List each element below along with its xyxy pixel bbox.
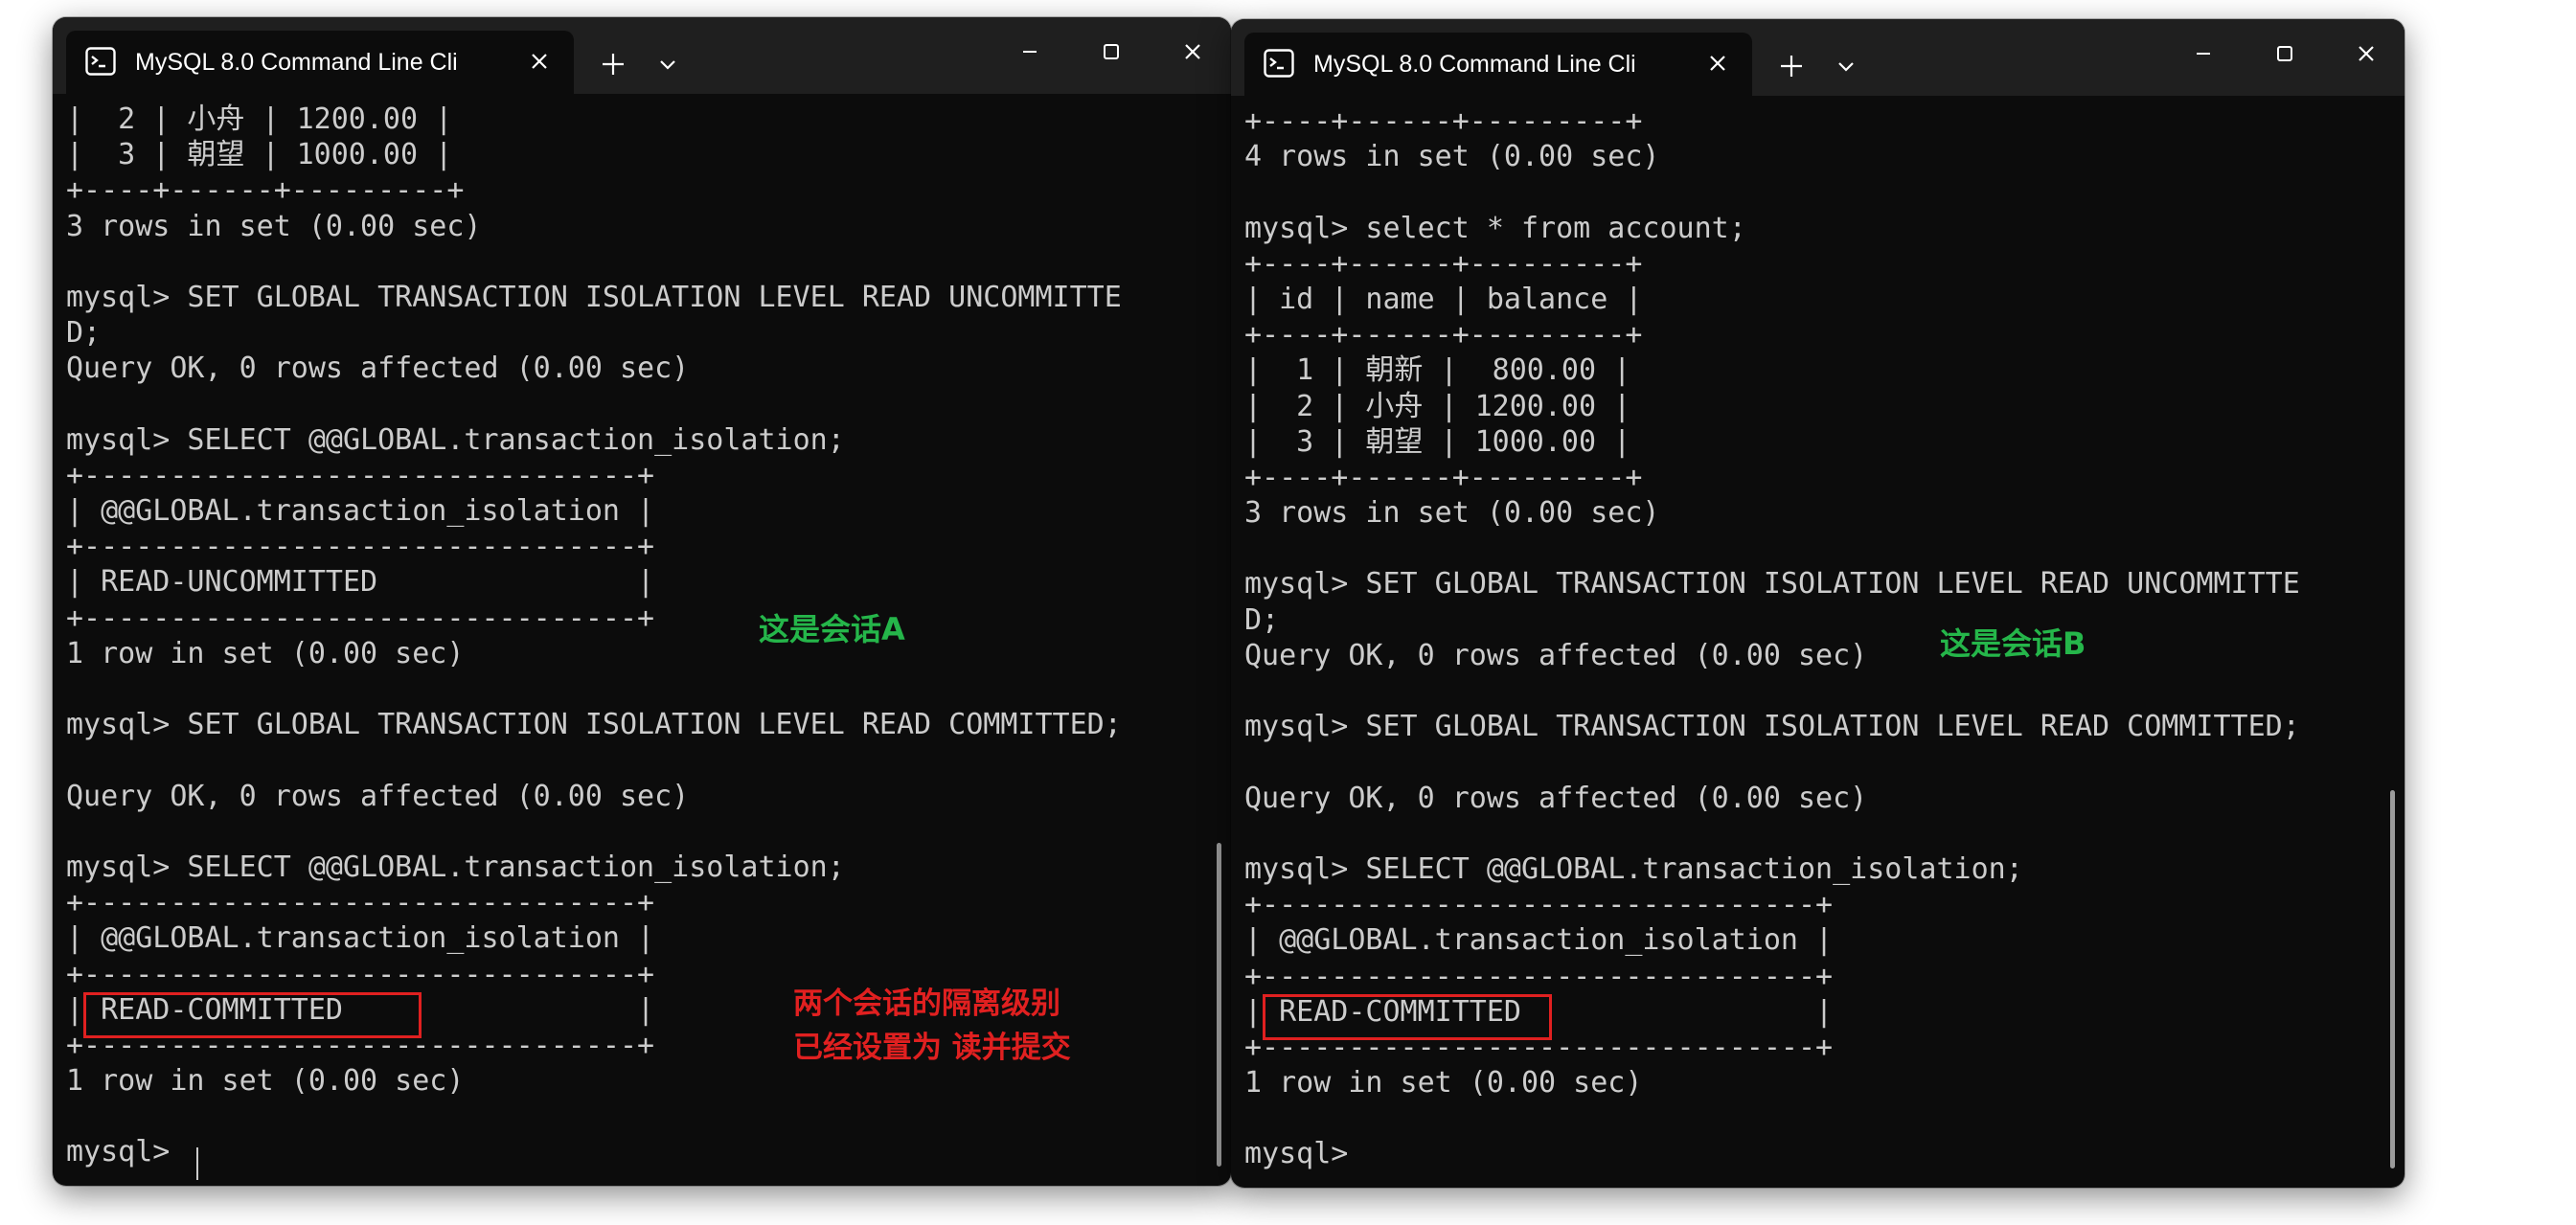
terminal-line: Query OK, 0 rows affected (0.00 sec) (1244, 781, 1868, 815)
terminal-line: | READ-COMMITTED | (1244, 994, 1834, 1029)
title-bar[interactable]: MySQL 8.0 Command Line Cli (1231, 19, 2405, 96)
terminal-line: D; (1244, 602, 1280, 637)
chevron-down-icon[interactable] (647, 44, 689, 84)
annotation-session-b: 这是会话B (1940, 625, 2086, 662)
terminal-line: | 1 | 朝新 | 800.00 | (1244, 353, 1631, 388)
tab-title: MySQL 8.0 Command Line Cli (1313, 51, 1636, 78)
terminal-line: 3 rows in set (0.00 sec) (66, 209, 482, 243)
terminal-line: 3 rows in set (0.00 sec) (1244, 496, 1660, 531)
terminal-line: mysql> SELECT @@GLOBAL.transaction_isola… (1244, 851, 2023, 886)
terminal-line: +----+------+---------+ (66, 173, 465, 208)
terminal-line: D; (66, 316, 102, 351)
terminal-line: Query OK, 0 rows affected (0.00 sec) (66, 779, 690, 813)
terminal-prompt-line: mysql> (66, 1135, 188, 1169)
terminal-output[interactable]: +----+------+---------+ 4 rows in set (0… (1244, 103, 2382, 1188)
close-icon[interactable] (1164, 31, 1221, 73)
close-icon[interactable] (2337, 33, 2395, 75)
close-icon[interactable] (528, 50, 551, 73)
minimize-icon[interactable] (1001, 31, 1059, 73)
terminal-line: +----+------+---------+ (1244, 460, 1643, 494)
terminal-prompt-line: mysql> (1244, 1137, 1366, 1171)
terminal-line: | READ-UNCOMMITTED | (66, 565, 655, 600)
terminal-line: 4 rows in set (0.00 sec) (1244, 140, 1660, 174)
terminal-line: +--------------------------------+ (66, 530, 655, 564)
terminal-line: 1 row in set (0.00 sec) (66, 636, 465, 670)
terminal-line: | @@GLOBAL.transaction_isolation | (66, 494, 655, 529)
tab-title: MySQL 8.0 Command Line Cli (135, 49, 458, 76)
terminal-line: +----+------+---------+ (1244, 246, 1643, 281)
terminal-line: Query OK, 0 rows affected (0.00 sec) (66, 352, 690, 386)
terminal-line: | 3 | 朝望 | 1000.00 | (1244, 424, 1631, 459)
maximize-icon[interactable] (1083, 31, 1140, 73)
plus-icon[interactable] (1766, 46, 1817, 86)
terminal-line: mysql> SELECT @@GLOBAL.transaction_isola… (66, 850, 845, 884)
terminal-line: 1 row in set (0.00 sec) (1244, 1066, 1643, 1100)
terminal-line: +--------------------------------+ (1244, 888, 1834, 922)
minimize-icon[interactable] (2175, 33, 2232, 75)
terminal-line: Query OK, 0 rows affected (0.00 sec) (1244, 638, 1868, 672)
terminal-line: mysql> SET GLOBAL TRANSACTION ISOLATION … (1244, 710, 2300, 744)
terminal-line: mysql> SET GLOBAL TRANSACTION ISOLATION … (66, 708, 1122, 742)
scrollbar[interactable] (2390, 790, 2395, 1168)
terminal-line: mysql> SET GLOBAL TRANSACTION ISOLATION … (1244, 567, 2300, 601)
terminal-line: mysql> select * from account; (1244, 211, 1746, 245)
terminal-line: | @@GLOBAL.transaction_isolation | (1244, 923, 1834, 958)
plus-icon[interactable] (587, 44, 639, 84)
chevron-down-icon[interactable] (1825, 46, 1867, 86)
scrollbar[interactable] (1217, 843, 1221, 1167)
terminal-line: +----+------+---------+ (1244, 104, 1643, 138)
terminal-line: +--------------------------------+ (66, 886, 655, 920)
annotation-session-a: 这是会话A (759, 611, 905, 647)
maximize-icon[interactable] (2256, 33, 2314, 75)
terminal-app-icon (1264, 49, 1294, 78)
close-icon[interactable] (1706, 52, 1729, 75)
terminal-line: +----+------+---------+ (1244, 318, 1643, 352)
terminal-window-session-b[interactable]: MySQL 8.0 Command Line Cli +----+------+… (1231, 19, 2405, 1188)
terminal-line: mysql> SET GLOBAL TRANSACTION ISOLATION … (66, 280, 1122, 314)
annotation-note-line: 两个会话的隔离级别 (793, 987, 1060, 1021)
tab-mysql-command-line[interactable]: MySQL 8.0 Command Line Cli (1244, 33, 1752, 96)
tab-mysql-command-line[interactable]: MySQL 8.0 Command Line Cli (66, 31, 574, 94)
text-cursor (196, 1147, 198, 1180)
terminal-line: | 2 | 小舟 | 1200.00 | (1244, 389, 1631, 423)
terminal-line: +--------------------------------+ (1244, 959, 1834, 993)
terminal-line: | 3 | 朝望 | 1000.00 | (66, 138, 453, 172)
terminal-line: | 2 | 小舟 | 1200.00 | (66, 102, 453, 136)
annotation-note: 两个会话的隔离级别 已经设置为 读并提交 (793, 982, 1071, 1070)
title-bar[interactable]: MySQL 8.0 Command Line Cli (53, 17, 1231, 94)
terminal-line: +--------------------------------+ (66, 601, 655, 635)
annotation-note-line: 已经设置为 读并提交 (793, 1031, 1071, 1065)
terminal-app-icon (85, 47, 116, 76)
terminal-line: +--------------------------------+ (1244, 1030, 1834, 1064)
terminal-line: +--------------------------------+ (66, 458, 655, 492)
terminal-line: mysql> SELECT @@GLOBAL.transaction_isola… (66, 422, 845, 457)
terminal-line: | @@GLOBAL.transaction_isolation | (66, 921, 655, 956)
terminal-line: | id | name | balance | (1244, 282, 1643, 316)
